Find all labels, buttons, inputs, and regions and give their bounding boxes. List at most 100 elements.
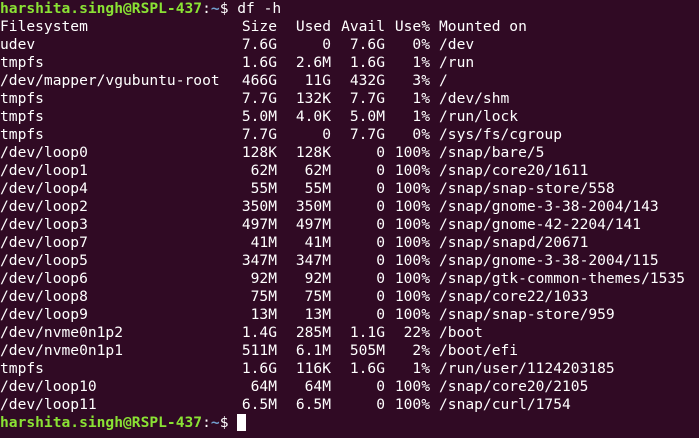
cell-used: 0 xyxy=(322,126,331,143)
cell-used: 75M xyxy=(304,288,331,305)
table-row: /dev/loop1 62M 62M 0 100% /snap/core20/1611 xyxy=(0,162,699,180)
cell-filesystem: udev xyxy=(0,36,36,53)
cell-mounted-on: /snap/core20/1611 xyxy=(439,162,589,179)
cell-avail: 0 xyxy=(376,180,385,197)
prompt-user-host: harshita.singh@RSPL-437 xyxy=(0,414,203,431)
cell-use-pct: 1% xyxy=(412,54,430,71)
cell-use-pct: 100% xyxy=(394,378,430,395)
cell-used: 350M xyxy=(295,198,331,215)
table-row: /dev/loop6 92M 92M 0 100% /snap/gtk-common-th… xyxy=(0,270,699,288)
cell-mounted-on: /run/lock xyxy=(439,108,519,125)
cell-size: 1.4G xyxy=(241,324,277,341)
cell-filesystem: tmpfs xyxy=(0,360,44,377)
cell-used: 2.6M xyxy=(295,54,331,71)
table-row: tmpfs 7.7G 0 7.7G 0% /sys/fs/cgroup xyxy=(0,126,699,144)
table-row: udev 7.6G 0 7.6G 0% /dev xyxy=(0,36,699,54)
cell-avail: 0 xyxy=(376,306,385,323)
cell-use-pct: 100% xyxy=(394,162,430,179)
cell-use-pct: 100% xyxy=(394,180,430,197)
table-row: tmpfs 1.6G 116K 1.6G 1% /run/user/1124203185 xyxy=(0,360,699,378)
cell-filesystem: /dev/loop11 xyxy=(0,396,97,413)
cell-used: 116K xyxy=(295,360,331,377)
table-row: /dev/loop10 64M 64M 0 100% /snap/core20/2105 xyxy=(0,378,699,396)
cell-filesystem: /dev/loop3 xyxy=(0,216,88,233)
cell-used: 132K xyxy=(295,90,331,107)
prompt-path: ~ xyxy=(210,0,220,17)
cell-avail: 0 xyxy=(376,234,385,251)
cell-use-pct: 0% xyxy=(412,126,430,143)
cell-avail: 7.7G xyxy=(349,90,385,107)
cell-mounted-on: /snap/gnome-3-38-2004/143 xyxy=(439,198,659,215)
cell-size: 55M xyxy=(250,180,277,197)
cell-use-pct: 100% xyxy=(394,306,430,323)
cell-use-pct: 100% xyxy=(394,144,430,161)
command-text: df -h xyxy=(237,0,282,17)
cell-mounted-on: /snap/bare/5 xyxy=(439,144,545,161)
table-row: /dev/loop5 347M 347M 0 100% /snap/gnome-3-38-… xyxy=(0,252,699,270)
cell-used: 4.0K xyxy=(295,108,331,125)
cell-size: 6.5M xyxy=(241,396,277,413)
cell-avail: 0 xyxy=(376,216,385,233)
cell-filesystem: /dev/loop1 xyxy=(0,162,88,179)
cell-filesystem: /dev/nvme0n1p1 xyxy=(0,342,124,359)
table-row: /dev/loop7 41M 41M 0 100% /snap/snapd/20671 xyxy=(0,234,699,252)
cell-size: 75M xyxy=(250,288,277,305)
cell-use-pct: 2% xyxy=(412,342,430,359)
prompt-user-host: harshita.singh@RSPL-437 xyxy=(0,0,203,17)
header-use-pct: Use% xyxy=(394,18,430,35)
terminal-window[interactable]: harshita.singh@RSPL-437:~$ df -h Filesys… xyxy=(0,0,699,438)
cell-avail: 5.0M xyxy=(349,108,385,125)
cell-size: 5.0M xyxy=(241,108,277,125)
table-row: /dev/loop8 75M 75M 0 100% /snap/core22/1033 xyxy=(0,288,699,306)
cell-use-pct: 1% xyxy=(412,360,430,377)
cell-used: 64M xyxy=(304,378,331,395)
cell-used: 92M xyxy=(304,270,331,287)
cell-filesystem: /dev/loop4 xyxy=(0,180,88,197)
cell-size: 7.7G xyxy=(241,126,277,143)
table-row: /dev/loop2 350M 350M 0 100% /snap/gnome-3-38-… xyxy=(0,198,699,216)
cell-avail: 1.6G xyxy=(349,54,385,71)
cell-filesystem: /dev/loop2 xyxy=(0,198,88,215)
cell-size: 497M xyxy=(241,216,277,233)
cell-mounted-on: /run xyxy=(439,54,475,71)
cell-filesystem: /dev/loop5 xyxy=(0,252,88,269)
prompt-symbol: $ xyxy=(219,414,238,431)
cell-size: 350M xyxy=(241,198,277,215)
cell-mounted-on: /boot xyxy=(439,324,483,341)
cell-size: 62M xyxy=(250,162,277,179)
cell-used: 285M xyxy=(295,324,331,341)
cell-size: 64M xyxy=(250,378,277,395)
table-row: /dev/loop3 497M 497M 0 100% /snap/gnome-42-22… xyxy=(0,216,699,234)
cell-mounted-on: /boot/efi xyxy=(439,342,519,359)
cell-filesystem: /dev/mapper/vgubuntu-root xyxy=(0,72,220,89)
cell-avail: 0 xyxy=(376,288,385,305)
cell-avail: 0 xyxy=(376,252,385,269)
cell-filesystem: /dev/loop6 xyxy=(0,270,88,287)
prompt-path: ~ xyxy=(210,414,220,431)
header-avail: Avail xyxy=(341,18,385,35)
cell-used: 6.5M xyxy=(295,396,331,413)
cell-avail: 505M xyxy=(349,342,385,359)
table-row: tmpfs 7.7G 132K 7.7G 1% /dev/shm xyxy=(0,90,699,108)
cell-used: 41M xyxy=(304,234,331,251)
cell-used: 13M xyxy=(304,306,331,323)
table-row: /dev/nvme0n1p2 1.4G 285M 1.1G 22% /boot xyxy=(0,324,699,342)
table-row: tmpfs 5.0M 4.0K 5.0M 1% /run/lock xyxy=(0,108,699,126)
cell-mounted-on: /snap/gnome-42-2204/141 xyxy=(439,216,642,233)
table-row: /dev/mapper/vgubuntu-root 466G 11G 432G 3% / xyxy=(0,72,699,90)
cell-size: 128K xyxy=(241,144,277,161)
cell-use-pct: 1% xyxy=(412,108,430,125)
cell-use-pct: 100% xyxy=(394,234,430,251)
cell-avail: 7.6G xyxy=(349,36,385,53)
cell-use-pct: 100% xyxy=(394,198,430,215)
active-prompt-line[interactable]: harshita.singh@RSPL-437:~$ xyxy=(0,414,699,432)
table-header: Filesystem Size Used Avail Use% Mounted on xyxy=(0,18,699,36)
cell-use-pct: 0% xyxy=(412,36,430,53)
cell-use-pct: 100% xyxy=(394,288,430,305)
cell-size: 13M xyxy=(250,306,277,323)
cell-avail: 0 xyxy=(376,378,385,395)
cell-mounted-on: /snap/core20/2105 xyxy=(439,378,589,395)
header-filesystem: Filesystem xyxy=(0,18,88,35)
table-row: /dev/loop11 6.5M 6.5M 0 100% /snap/curl/1754 xyxy=(0,396,699,414)
cell-size: 7.7G xyxy=(241,90,277,107)
